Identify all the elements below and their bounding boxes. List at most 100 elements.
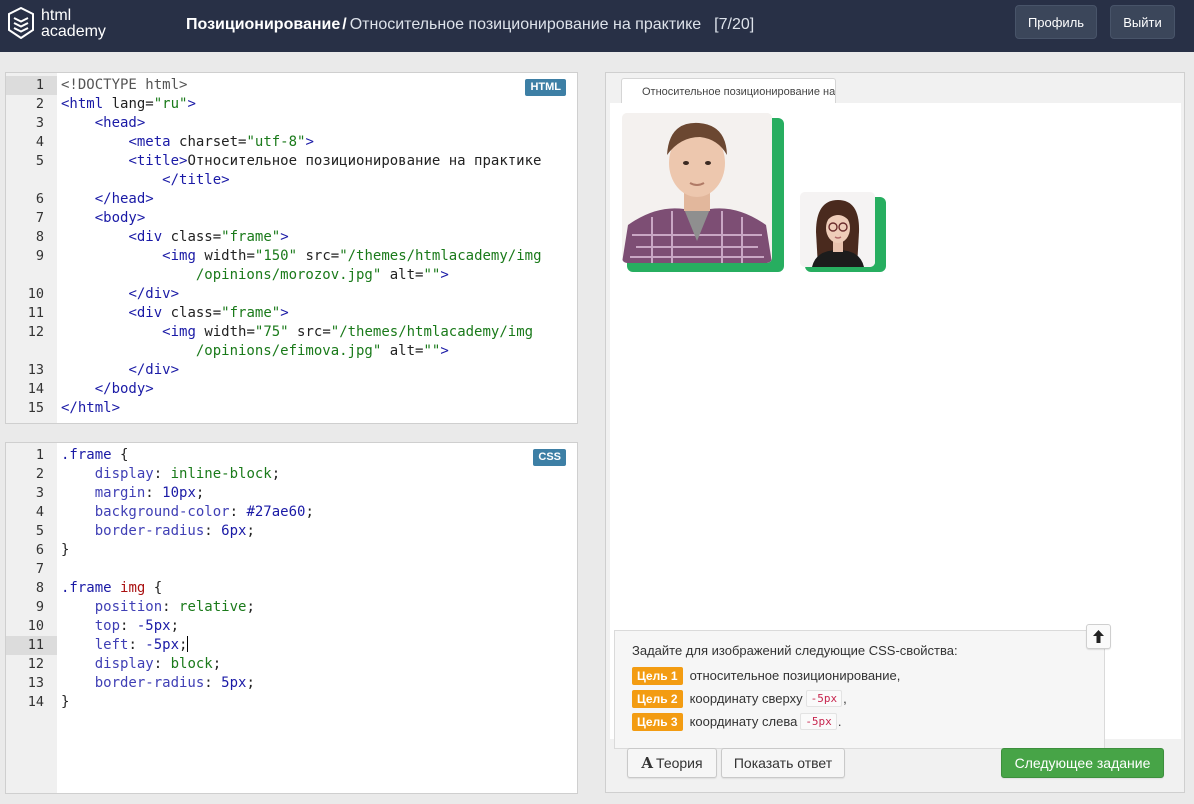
goal-item: Цель 1 относительное позиционирование, xyxy=(632,664,1104,687)
breadcrumb-task-title: Относительное позиционирование на практи… xyxy=(349,16,702,33)
line-number: 9 xyxy=(35,248,44,264)
line-number: 5 xyxy=(35,523,44,539)
line-number: 7 xyxy=(35,561,44,577)
line-number: 7 xyxy=(35,210,44,226)
goal-code: -5px xyxy=(805,690,843,707)
line-number: 10 xyxy=(27,286,44,302)
line-number: 8 xyxy=(35,580,44,596)
line-number: 3 xyxy=(35,115,44,131)
code-line[interactable]: /opinions/efimova.jpg" alt=""> xyxy=(61,342,449,361)
line-number: 13 xyxy=(27,362,44,378)
code-line[interactable]: background-color: #27ae60; xyxy=(61,503,314,522)
logout-button[interactable]: Выйти xyxy=(1110,5,1175,39)
line-number: 9 xyxy=(35,599,44,615)
code-line[interactable]: } xyxy=(61,693,69,712)
code-line[interactable]: </head> xyxy=(61,190,154,209)
goal-text: координату сверху xyxy=(689,691,803,706)
breadcrumb: Позиционирование / Относительное позициони… xyxy=(186,16,754,34)
line-number: 8 xyxy=(35,229,44,245)
css-editor[interactable]: 1 2 3 4 5 6 7 8 9 10 11 12 13 14 .frame { display: in… xyxy=(5,442,578,794)
code-line[interactable]: <head> xyxy=(61,114,146,133)
line-number: 15 xyxy=(27,400,44,416)
goal-badge: Цель 1 xyxy=(632,666,683,685)
code-line[interactable]: </html> xyxy=(61,399,120,418)
photo-morozov xyxy=(622,113,772,263)
line-number: 10 xyxy=(27,618,44,634)
theory-label: Теория xyxy=(656,755,703,771)
code-line[interactable]: <img width="75" src="/themes/htmlacademy… xyxy=(61,323,533,342)
goal-suffix: . xyxy=(837,714,842,729)
goal-code: -5px xyxy=(800,713,837,730)
code-line[interactable]: <div class="frame"> xyxy=(61,228,288,247)
next-task-button[interactable]: Следующее задание xyxy=(1001,748,1164,778)
theory-button[interactable]: A Теория xyxy=(627,748,717,778)
html-badge: HTML xyxy=(525,79,566,96)
code-line[interactable]: display: inline-block; xyxy=(61,465,280,484)
goal-text: относительное позиционирование, xyxy=(689,668,901,683)
line-number: 4 xyxy=(35,134,44,150)
code-line[interactable]: <!DOCTYPE html> xyxy=(61,76,187,95)
code-line[interactable]: <img width="150" src="/themes/htmlacadem… xyxy=(61,247,541,266)
code-line[interactable]: <title>Относительное позиционирование на… xyxy=(61,152,541,171)
code-line[interactable]: .frame { xyxy=(61,446,128,465)
goal-item: Цель 3 координату слева -5px. xyxy=(632,710,1104,733)
code-line[interactable]: /opinions/morozov.jpg" alt=""> xyxy=(61,266,449,285)
goal-badge: Цель 3 xyxy=(632,712,683,731)
code-line[interactable]: border-radius: 6px; xyxy=(61,522,255,541)
code-line[interactable]: left: -5px; xyxy=(61,636,189,655)
goal-badge: Цель 2 xyxy=(632,689,683,708)
task-intro: Задайте для изображений следующие CSS-св… xyxy=(632,643,958,658)
line-number: 12 xyxy=(27,656,44,672)
goal-text: координату слева xyxy=(689,714,798,729)
code-line[interactable]: <div class="frame"> xyxy=(61,304,288,323)
line-number: 12 xyxy=(27,324,44,340)
code-line[interactable]: position: relative; xyxy=(61,598,255,617)
top-bar: html academy Позиционирование / Относитель… xyxy=(0,0,1194,52)
goal-item: Цель 2 координату сверху -5px, xyxy=(632,687,1104,710)
html-editor[interactable]: 1 2 3 4 5 6 7 8 9 10 11 12 13 14 15 <!DOCTYPE html> <h… xyxy=(5,72,578,424)
goal-suffix: , xyxy=(843,691,847,706)
code-line[interactable]: <meta charset="utf-8"> xyxy=(61,133,313,152)
code-line[interactable]: </div> xyxy=(61,285,179,304)
task-counter: [7/20] xyxy=(714,16,755,33)
logo-text-line2: academy xyxy=(41,23,106,40)
preview-tab[interactable]: Относительное позиционирование на практи… xyxy=(621,78,836,104)
preview-frame: Задайте для изображений следующие CSS-св… xyxy=(610,103,1181,749)
line-number: 11 xyxy=(6,636,57,655)
code-line[interactable]: display: block; xyxy=(61,655,221,674)
text-cursor xyxy=(187,636,189,652)
html-academy-logo-icon xyxy=(8,7,34,39)
html-editor-gutter: 1 2 3 4 5 6 7 8 9 10 11 12 13 14 15 xyxy=(6,73,57,423)
task-box: Задайте для изображений следующие CSS-св… xyxy=(614,630,1105,749)
photo-efimova xyxy=(800,192,875,267)
code-line[interactable]: border-radius: 5px; xyxy=(61,674,255,693)
line-number: 5 xyxy=(35,153,44,169)
line-number: 1 xyxy=(35,447,44,463)
frame-large xyxy=(622,113,784,272)
code-line[interactable]: <html lang="ru"> xyxy=(61,95,196,114)
show-answer-button[interactable]: Показать ответ xyxy=(721,748,845,778)
breadcrumb-separator: / xyxy=(342,16,347,33)
logo[interactable]: html academy xyxy=(8,6,118,46)
profile-button[interactable]: Профиль xyxy=(1015,5,1097,39)
code-line[interactable]: } xyxy=(61,541,69,560)
breadcrumb-section[interactable]: Позиционирование xyxy=(186,16,340,33)
line-number: 2 xyxy=(35,96,44,112)
collapse-task-button[interactable] xyxy=(1086,624,1111,649)
line-number xyxy=(6,342,57,361)
code-line[interactable]: top: -5px; xyxy=(61,617,179,636)
line-number: 13 xyxy=(27,675,44,691)
code-line[interactable]: .frame img { xyxy=(61,579,162,598)
line-number: 6 xyxy=(35,191,44,207)
code-line[interactable]: </div> xyxy=(61,361,179,380)
frame-small xyxy=(800,192,886,272)
code-line[interactable]: margin: 10px; xyxy=(61,484,205,503)
code-line[interactable]: </body> xyxy=(61,380,154,399)
code-line[interactable]: </title> xyxy=(61,171,229,190)
line-number: 1 xyxy=(6,76,57,95)
logo-text-line1: html xyxy=(41,7,72,24)
line-number: 3 xyxy=(35,485,44,501)
code-line[interactable]: <body> xyxy=(61,209,146,228)
theory-icon: A xyxy=(641,754,654,772)
arrow-up-icon xyxy=(1093,630,1104,643)
